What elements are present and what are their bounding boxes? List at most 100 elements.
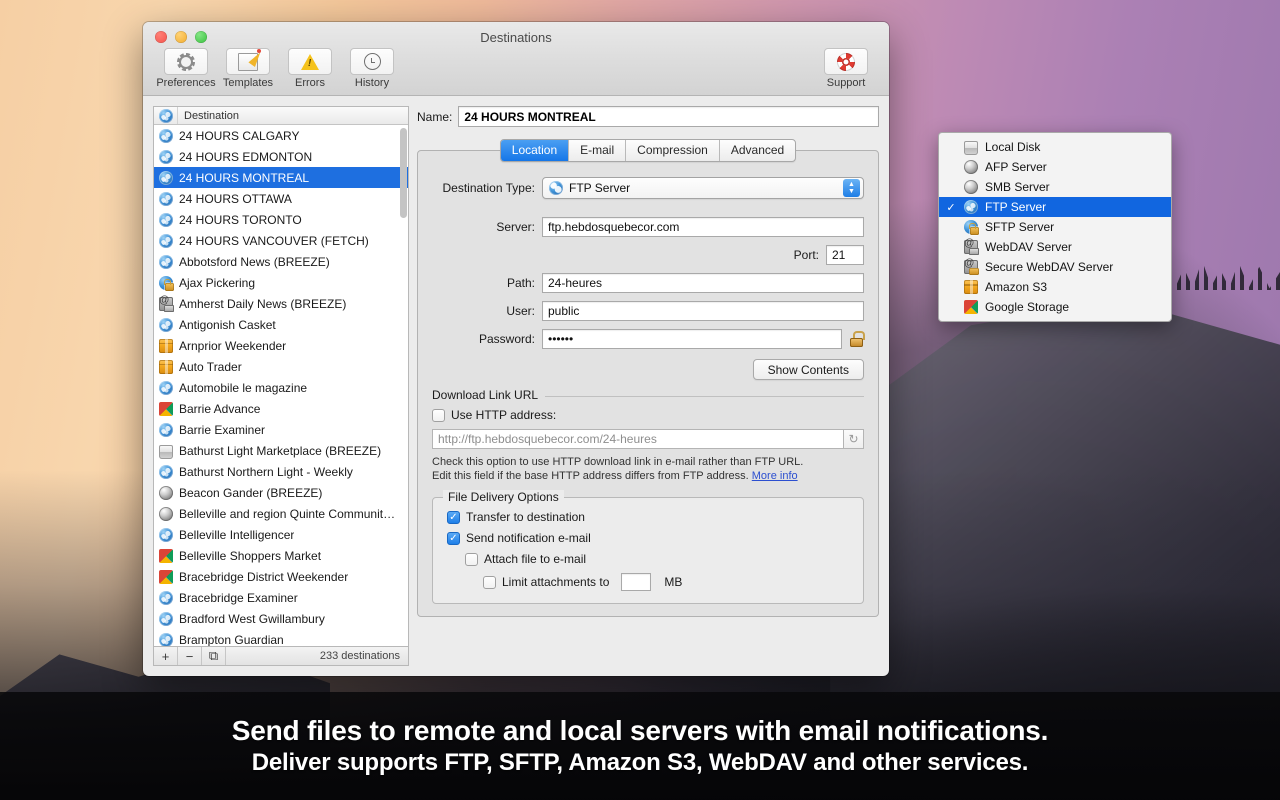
list-item[interactable]: Brampton Guardian [154,629,408,646]
http-url-input[interactable]: http://ftp.hebdosquebecor.com/24-heures [432,429,844,449]
menu-item[interactable]: ✓FTP Server [939,197,1171,217]
list-item[interactable]: Belleville Shoppers Market [154,545,408,566]
list-item[interactable]: 24 HOURS EDMONTON [154,146,408,167]
user-input[interactable]: public [542,301,864,321]
list-item[interactable]: Auto Trader [154,356,408,377]
more-info-link[interactable]: More info [752,470,798,482]
list-item[interactable]: Belleville and region Quinte Communit… [154,503,408,524]
list-scrollbar[interactable] [400,126,407,646]
list-item[interactable]: 24 HOURS CALGARY [154,125,408,146]
list-item[interactable]: 24 HOURS OTTAWA [154,188,408,209]
menu-item[interactable]: Local Disk [939,137,1171,157]
list-item-label: Antigonish Casket [179,318,276,332]
menu-item[interactable]: WebDAV Server [939,237,1171,257]
destination-type-label: Destination Type: [432,181,542,195]
toolbar-item-errors[interactable]: Errors [279,48,341,89]
add-destination-button[interactable]: + [154,647,178,665]
transfer-to-destination-checkbox[interactable]: ✓ [447,511,460,524]
list-scroll-area[interactable]: 24 HOURS CALGARY 24 HOURS EDMONTON 24 HOUR… [154,125,408,646]
duplicate-destination-button[interactable]: ⧉ [202,647,226,665]
window-title: Destinations [143,30,889,45]
list-item-label: 24 HOURS EDMONTON [179,150,312,164]
toolbar-item-support[interactable]: Support [815,48,877,89]
password-input[interactable]: •••••• [542,329,842,349]
tab-compression[interactable]: Compression [626,140,720,161]
send-notification-email-checkbox[interactable]: ✓ [447,532,460,545]
menu-item[interactable]: Secure WebDAV Server [939,257,1171,277]
destination-type-popup-menu: Local Disk AFP Server SMB Server✓FTP Serve… [938,132,1172,322]
use-http-address-row[interactable]: Use HTTP address: [432,408,864,422]
list-item[interactable]: Arnprior Weekender [154,335,408,356]
toolbar-item-templates[interactable]: Templates [217,48,279,89]
list-item[interactable]: Antigonish Casket [154,314,408,335]
menu-item[interactable]: SFTP Server [939,217,1171,237]
port-row: Port: 21 [432,245,864,265]
toolbar-label-history: History [355,77,389,89]
menu-item[interactable]: Amazon S3 [939,277,1171,297]
limit-attachments-row[interactable]: Limit attachments to MB [483,573,849,591]
list-item[interactable]: Barrie Advance [154,398,408,419]
server-row: Server: ftp.hebdosquebecor.com [432,217,864,237]
list-rows-container: 24 HOURS CALGARY 24 HOURS EDMONTON 24 HOUR… [154,125,408,646]
list-item[interactable]: Amherst Daily News (BREEZE) [154,293,408,314]
limit-attachments-checkbox[interactable] [483,576,496,589]
globe-icon [159,612,173,626]
path-input[interactable]: 24-heures [542,273,864,293]
toolbar-label-preferences: Preferences [156,77,215,89]
window-body: Destination 24 HOURS CALGARY 24 HOURS EDM… [143,96,889,676]
tab-location[interactable]: Location [501,140,569,161]
list-header-row[interactable]: Destination [154,107,408,125]
window-titlebar[interactable]: Destinations Preferences Templates Error… [143,22,889,96]
globe-icon [159,213,173,227]
list-item[interactable]: Beacon Gander (BREEZE) [154,482,408,503]
list-item-label: 24 HOURS OTTAWA [179,192,292,206]
destination-type-popup-button[interactable]: FTP Server ▲▼ [542,177,864,199]
list-item[interactable]: Bracebridge District Weekender [154,566,408,587]
tab-advanced[interactable]: Advanced [720,140,795,161]
list-item[interactable]: 24 HOURS TORONTO [154,209,408,230]
port-input[interactable]: 21 [826,245,864,265]
server-input[interactable]: ftp.hebdosquebecor.com [542,217,864,237]
list-item[interactable]: Bathurst Light Marketplace (BREEZE) [154,440,408,461]
list-item-label: Beacon Gander (BREEZE) [179,486,322,500]
list-item[interactable]: Automobile le magazine [154,377,408,398]
list-item[interactable]: Bradford West Gwillambury [154,608,408,629]
use-http-address-checkbox[interactable] [432,409,445,422]
list-item[interactable]: Bathurst Northern Light - Weekly [154,461,408,482]
toolbar-item-history[interactable]: History [341,48,403,89]
menu-item-label: AFP Server [985,160,1047,174]
list-item[interactable]: Barrie Examiner [154,419,408,440]
download-link-hint-line1: Check this option to use HTTP download l… [432,456,803,468]
transfer-to-destination-row[interactable]: ✓ Transfer to destination [447,510,849,524]
show-contents-button[interactable]: Show Contents [753,359,864,380]
list-footer-bar: + − ⧉ 233 destinations [153,646,409,666]
menu-item[interactable]: Google Storage [939,297,1171,317]
list-item[interactable]: Abbotsford News (BREEZE) [154,251,408,272]
toolbar-label-errors: Errors [295,77,325,89]
sphere-icon [159,507,173,521]
box-icon [964,280,978,294]
toolbar: Preferences Templates Errors History Sup… [143,48,889,96]
padlock-icon[interactable] [849,332,864,347]
list-item[interactable]: 24 HOURS VANCOUVER (FETCH) [154,230,408,251]
name-input[interactable] [458,106,879,127]
refresh-icon[interactable]: ↻ [844,429,864,449]
chevron-updown-icon[interactable]: ▲▼ [843,179,860,197]
list-scrollbar-thumb[interactable] [400,128,407,218]
destination-detail-pane: Name: Location E-mail Compression Advanc… [417,106,879,666]
local-disk-icon [159,445,173,459]
destinations-window: Destinations Preferences Templates Error… [143,22,889,676]
list-item[interactable]: Ajax Pickering [154,272,408,293]
limit-attachments-input[interactable] [621,573,651,591]
menu-item[interactable]: SMB Server [939,177,1171,197]
attach-file-to-email-row[interactable]: Attach file to e-mail [465,552,849,566]
list-item[interactable]: Bracebridge Examiner [154,587,408,608]
tab-email[interactable]: E-mail [569,140,626,161]
remove-destination-button[interactable]: − [178,647,202,665]
menu-item[interactable]: AFP Server [939,157,1171,177]
list-item[interactable]: 24 HOURS MONTREAL [154,167,408,188]
list-item[interactable]: Belleville Intelligencer [154,524,408,545]
attach-file-to-email-checkbox[interactable] [465,553,478,566]
toolbar-item-preferences[interactable]: Preferences [155,48,217,89]
send-notification-email-row[interactable]: ✓ Send notification e-mail [447,531,849,545]
